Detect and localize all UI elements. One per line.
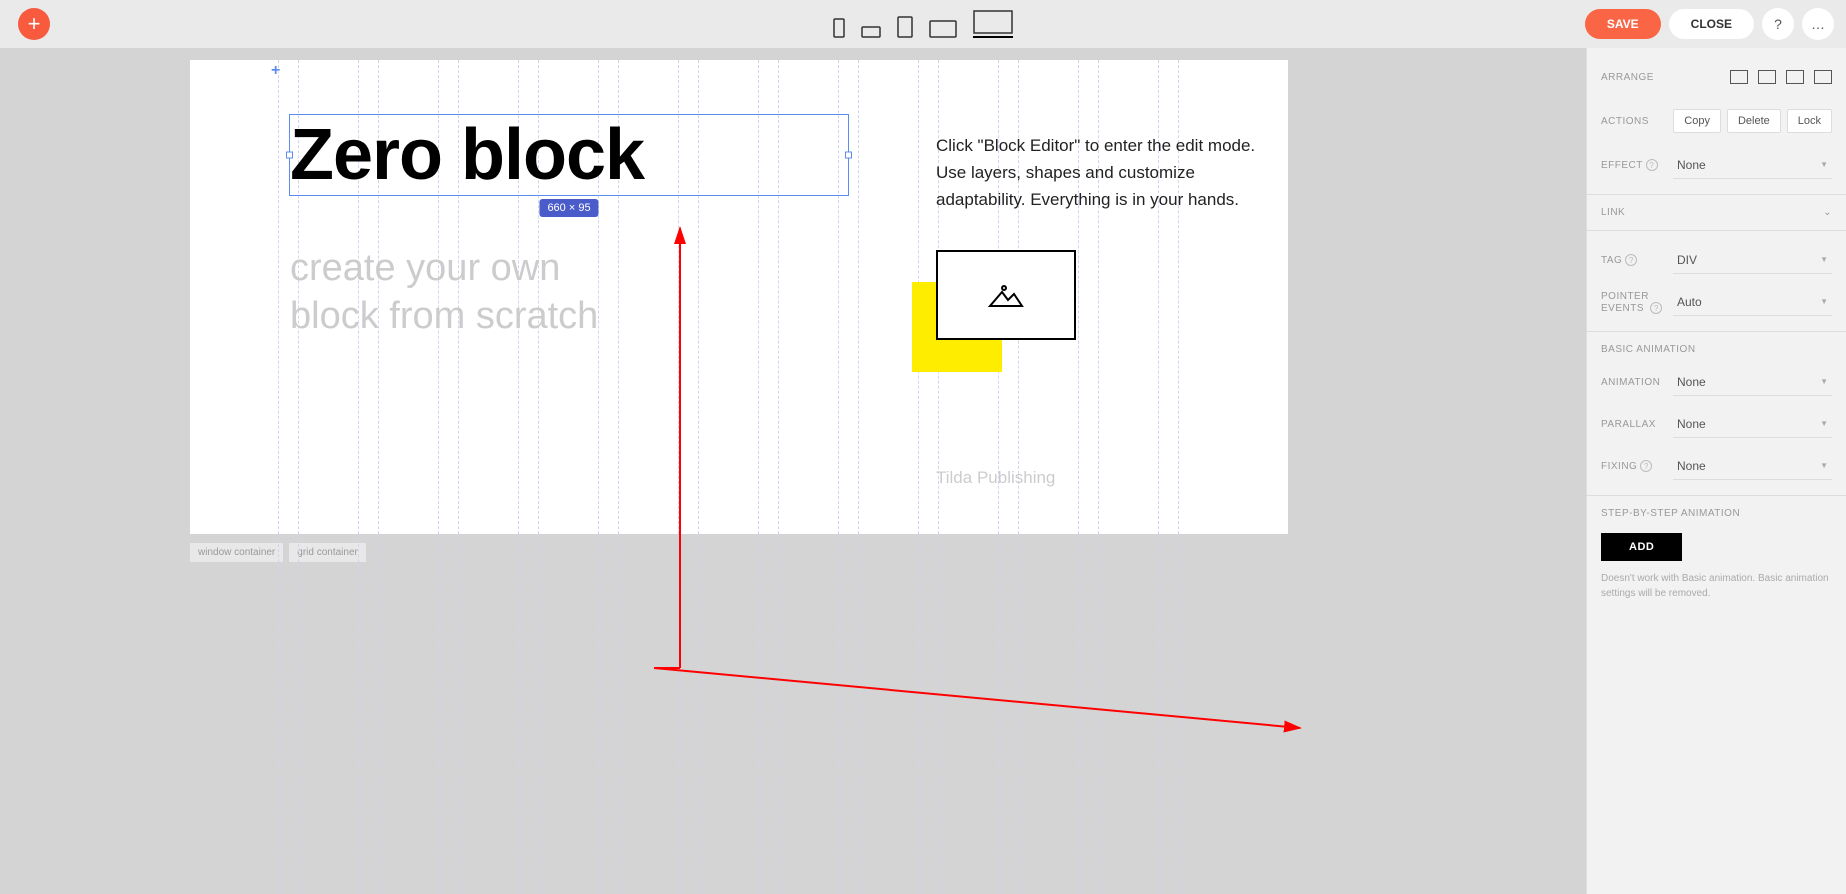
animation-label: ANIMATION — [1601, 377, 1673, 388]
help-icon[interactable]: ? — [1646, 159, 1658, 171]
description-text[interactable]: Click "Block Editor" to enter the edit m… — [936, 132, 1276, 214]
actions-label: ACTIONS — [1601, 116, 1673, 127]
delete-button[interactable]: Delete — [1727, 109, 1781, 133]
image-icon — [986, 280, 1026, 310]
add-block-button[interactable]: + — [18, 8, 50, 40]
basic-animation-header: BASIC ANIMATION — [1601, 344, 1832, 355]
canvas[interactable]: + Zero block 660 × 95 create your own bl… — [0, 48, 1586, 894]
heading-text[interactable]: Zero block — [290, 114, 644, 196]
top-toolbar: + SAVE CLOSE ? … — [0, 0, 1846, 48]
arrange-back-icon[interactable] — [1814, 70, 1832, 84]
arrange-front-icon[interactable] — [1730, 70, 1748, 84]
parallax-label: PARALLAX — [1601, 419, 1673, 430]
tag-dropdown[interactable]: DIV — [1673, 247, 1832, 274]
device-tablet-portrait-icon[interactable] — [897, 16, 913, 38]
animation-dropdown[interactable]: None — [1673, 369, 1832, 396]
effect-label: EFFECT? — [1601, 159, 1673, 171]
device-phone-portrait-icon[interactable] — [833, 18, 845, 38]
arrange-forward-icon[interactable] — [1758, 70, 1776, 84]
more-button[interactable]: … — [1802, 8, 1834, 40]
help-icon[interactable]: ? — [1640, 460, 1652, 472]
arrange-backward-icon[interactable] — [1786, 70, 1804, 84]
help-icon[interactable]: ? — [1650, 302, 1662, 314]
step-animation-hint: Doesn't work with Basic animation. Basic… — [1601, 571, 1832, 601]
subheading-text[interactable]: create your own block from scratch — [290, 245, 598, 340]
properties-panel: ARRANGE ACTIONS Copy Delete Lock EFFECT?… — [1586, 48, 1846, 894]
subhead-line2: block from scratch — [290, 295, 598, 337]
help-icon[interactable]: ? — [1625, 254, 1637, 266]
image-placeholder[interactable] — [936, 250, 1076, 340]
tag-label: TAG? — [1601, 254, 1673, 266]
help-button[interactable]: ? — [1762, 8, 1794, 40]
device-tablet-landscape-icon[interactable] — [929, 20, 957, 38]
device-switcher — [833, 10, 1013, 38]
pointer-events-dropdown[interactable]: Auto — [1673, 289, 1832, 316]
step-animation-header: STEP-BY-STEP ANIMATION — [1601, 508, 1832, 519]
effect-dropdown[interactable]: None — [1673, 152, 1832, 179]
subhead-line1: create your own — [290, 247, 560, 289]
link-section-toggle[interactable]: LINK⌄ — [1601, 207, 1832, 218]
parallax-dropdown[interactable]: None — [1673, 411, 1832, 438]
size-badge: 660 × 95 — [539, 199, 598, 217]
device-desktop-icon[interactable] — [973, 10, 1013, 38]
save-button[interactable]: SAVE — [1585, 9, 1661, 39]
fixing-label: FIXING? — [1601, 460, 1673, 472]
resize-handle-right[interactable] — [845, 152, 852, 159]
selected-element[interactable]: Zero block 660 × 95 — [289, 114, 849, 196]
arrange-label: ARRANGE — [1601, 72, 1673, 83]
lock-button[interactable]: Lock — [1787, 109, 1832, 133]
pointer-events-label: POINTEREVENTS ? — [1601, 291, 1673, 314]
artboard[interactable]: + Zero block 660 × 95 create your own bl… — [190, 60, 1288, 534]
resize-handle-left[interactable] — [286, 152, 293, 159]
fixing-dropdown[interactable]: None — [1673, 453, 1832, 480]
publisher-text[interactable]: Tilda Publishing — [936, 468, 1055, 488]
toolbar-right: SAVE CLOSE ? … — [1585, 8, 1834, 40]
add-step-button[interactable]: ADD — [1601, 533, 1682, 561]
close-button[interactable]: CLOSE — [1669, 9, 1754, 39]
device-phone-landscape-icon[interactable] — [861, 26, 881, 38]
copy-button[interactable]: Copy — [1673, 109, 1721, 133]
